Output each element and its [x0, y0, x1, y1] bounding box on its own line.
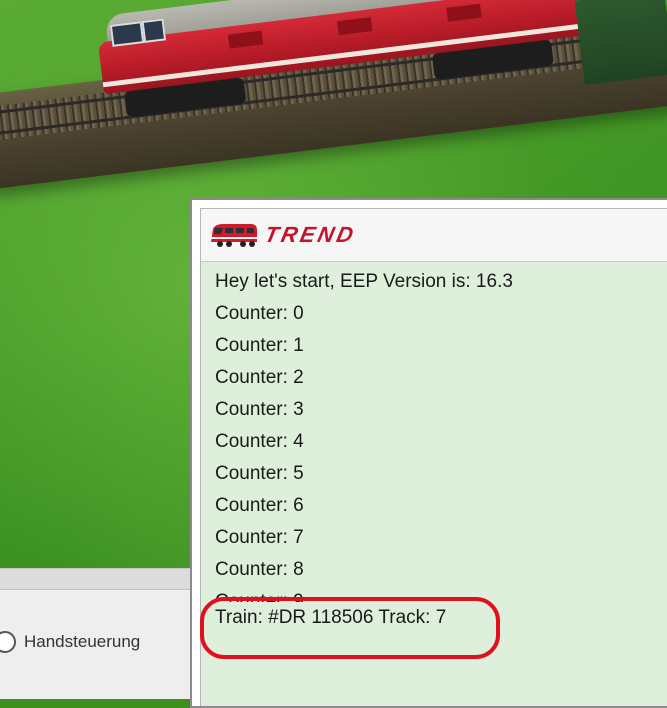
highlight-ring [200, 597, 500, 659]
log-line: Counter: 2 [215, 367, 304, 388]
control-panel: Handsteuerung [0, 568, 210, 699]
log-line: Counter: 7 [215, 527, 304, 548]
manual-control-option[interactable]: Handsteuerung [0, 631, 140, 653]
panel-divider [0, 569, 210, 590]
log-line: Counter: 3 [215, 399, 304, 420]
log-line: Counter: 4 [215, 431, 304, 452]
log-line: Counter: 1 [215, 335, 304, 356]
trend-logo-text: TREND [262, 222, 359, 247]
log-line: Counter: 8 [215, 559, 304, 580]
cab-window [109, 21, 145, 47]
freight-wagon[interactable] [574, 0, 667, 85]
log-line: Counter: 5 [215, 463, 304, 484]
log-lines: Hey let's start, EEP Version is: 16.3 Co… [201, 262, 667, 634]
manual-control-label: Handsteuerung [24, 632, 141, 651]
log-line: Hey let's start, EEP Version is: 16.3 [215, 271, 513, 292]
train-icon [207, 220, 261, 250]
log-line: Counter: 0 [215, 303, 304, 324]
log-header: TREND [201, 209, 667, 262]
cab-window [141, 18, 167, 43]
radio-button-icon[interactable] [0, 631, 16, 653]
log-line: Counter: 6 [215, 495, 304, 516]
